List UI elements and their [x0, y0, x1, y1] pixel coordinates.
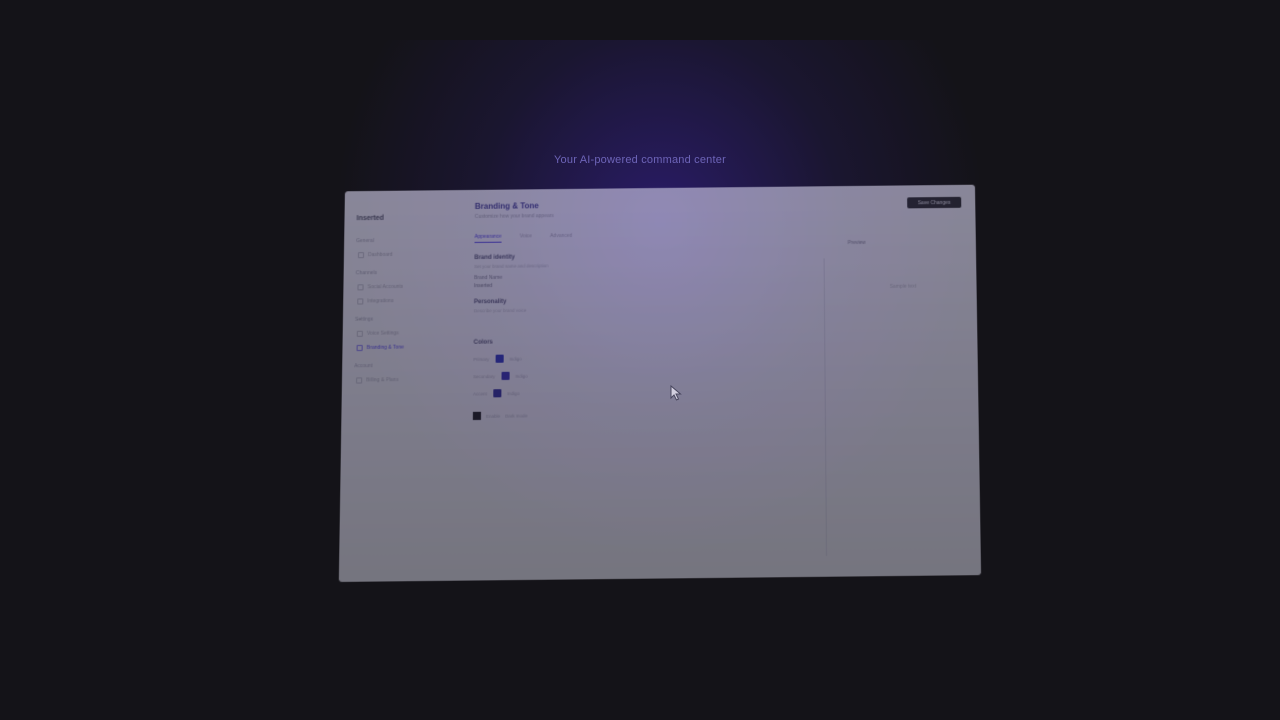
sidebar-item-branding-tone[interactable]: Branding & Tone — [354, 340, 449, 355]
color-name: Indigo — [507, 390, 520, 396]
sidebar-item-voice-settings[interactable]: Voice Settings — [355, 326, 450, 341]
sidebar: Inserted General Dashboard Channels Soci… — [339, 190, 463, 582]
section-title: Brand identity — [474, 254, 515, 262]
sidebar-item-label: Integrations — [367, 298, 394, 305]
color-label: Secondary — [473, 373, 496, 379]
sidebar-item-label: Social Accounts — [367, 283, 404, 291]
color-label: Accent — [473, 390, 488, 397]
sidebar-item-label: Voice Settings — [366, 330, 399, 337]
color-swatch[interactable] — [493, 389, 502, 398]
main-content: Branding & Tone Customize how your brand… — [471, 196, 967, 581]
sidebar-section-title: Settings — [354, 316, 374, 323]
sidebar-item-social-accounts[interactable]: Social Accounts — [355, 279, 450, 294]
mic-icon — [356, 330, 363, 337]
palette-icon — [356, 344, 363, 352]
dark-mode-toggle-row: Enable Dark mode — [472, 408, 807, 421]
sidebar-section-title: Account — [354, 363, 373, 370]
preview-label: Preview — [847, 239, 866, 247]
section-title: Colors — [473, 339, 493, 346]
section-title: Personality — [473, 298, 507, 306]
sidebar-item-dashboard[interactable]: Dashboard — [356, 247, 451, 262]
app-window: Inserted General Dashboard Channels Soci… — [338, 184, 982, 582]
color-row-secondary: Secondary Indigo — [473, 369, 806, 381]
dark-mode-checkbox[interactable] — [472, 411, 482, 421]
preview-pane — [823, 256, 967, 557]
checkbox-label: Enable — [486, 413, 501, 419]
sidebar-item-label: Branding & Tone — [366, 344, 404, 351]
brand-name-input[interactable]: Inserted — [474, 280, 806, 289]
tab-appearance[interactable]: Appearance — [474, 233, 502, 243]
save-button[interactable]: Save Changes — [907, 196, 962, 209]
mouse-cursor-icon — [670, 385, 682, 401]
page-subtitle: Customize how your brand appears — [474, 213, 554, 220]
sidebar-section-title: General — [356, 237, 375, 245]
color-swatch[interactable] — [495, 354, 504, 363]
preview-text: Sample text — [889, 283, 917, 290]
color-name: Indigo — [509, 355, 522, 362]
card-icon — [356, 377, 363, 384]
sidebar-item-label: Billing & Plans — [366, 377, 399, 384]
grid-icon — [357, 252, 365, 259]
section-hint: Set your brand name and description — [474, 263, 549, 270]
color-row-primary: Primary Indigo — [473, 351, 806, 363]
sidebar-section-title: Channels — [355, 270, 377, 277]
app-logo: Inserted — [356, 214, 384, 223]
hero-tagline: Your AI-powered command center — [554, 154, 726, 166]
checkbox-hint: Dark mode — [505, 412, 528, 419]
branding-form: Brand identity Set your brand name and d… — [472, 252, 807, 421]
color-name: Indigo — [515, 373, 528, 379]
users-icon — [357, 284, 364, 291]
tab-bar: Appearance Voice Advanced — [474, 229, 961, 243]
color-row-accent: Accent Indigo — [473, 386, 806, 398]
sidebar-item-label: Dashboard — [367, 251, 393, 259]
sidebar-item-integrations[interactable]: Integrations — [355, 293, 450, 308]
personality-input[interactable]: Describe your brand voice — [474, 305, 806, 314]
plug-icon — [357, 298, 364, 305]
color-swatch[interactable] — [501, 371, 510, 381]
tab-advanced[interactable]: Advanced — [550, 233, 572, 242]
color-label: Primary — [473, 356, 490, 362]
sidebar-item-billing[interactable]: Billing & Plans — [354, 372, 449, 387]
tab-voice[interactable]: Voice — [520, 233, 532, 242]
